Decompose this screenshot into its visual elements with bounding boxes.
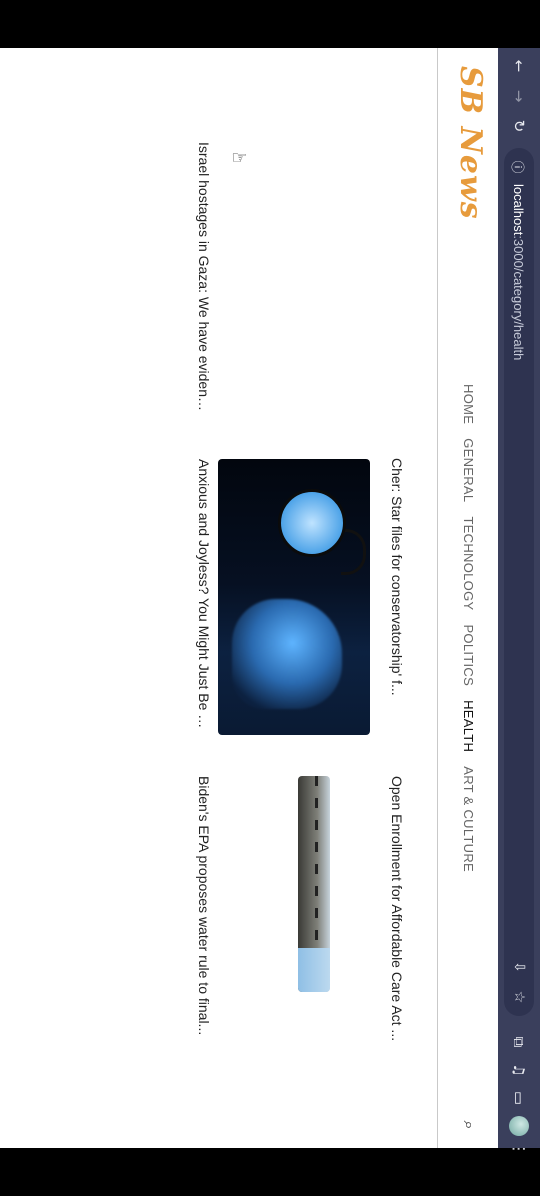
clock-bell-shape [341, 529, 366, 575]
search-icon[interactable]: ⌕ [458, 1114, 480, 1136]
article-card[interactable]: Cher: Star files for conservatorship' f.… [389, 458, 405, 738]
article-image[interactable] [218, 459, 370, 735]
side-panel-icon[interactable]: ▭ [507, 1086, 531, 1110]
article-title[interactable]: Open Enrollment for Affordable Care Act … [389, 776, 405, 1046]
site-info-icon[interactable]: ⓘ [510, 158, 528, 176]
hand-cursor-icon: ☞ [231, 147, 248, 169]
sky-shape [298, 948, 330, 992]
url-text[interactable]: localhost:3000/category/health [512, 184, 527, 360]
bookmark-star-icon[interactable]: ☆ [508, 986, 530, 1008]
address-bar[interactable]: ⓘ localhost:3000/category/health ⇩ ☆ [504, 148, 534, 1016]
nav-politics[interactable]: POLITICS [461, 624, 476, 686]
rotated-screen: ← → ↻ ⓘ localhost:3000/category/health ⇩… [0, 0, 540, 1196]
article-title[interactable]: Biden's EPA proposes water rule to final… [196, 776, 212, 1046]
nav-links: HOME GENERAL TECHNOLOGY POLITICS HEALTH … [461, 384, 476, 872]
url-host: localhost [511, 184, 527, 236]
web-page: SB News HOME GENERAL TECHNOLOGY POLITICS… [0, 48, 498, 1148]
clock-shape [278, 489, 346, 557]
profile-avatar[interactable] [509, 1116, 529, 1136]
article-card[interactable]: Open Enrollment for Affordable Care Act … [389, 776, 405, 1056]
menu-icon[interactable]: ⋮ [507, 1142, 531, 1157]
article-title[interactable]: Cher: Star files for conservatorship' f.… [389, 458, 405, 728]
site-logo[interactable]: SB News [453, 66, 488, 220]
person-shape [232, 599, 342, 709]
article-image[interactable] [298, 776, 330, 992]
nav-home[interactable]: HOME [461, 384, 476, 424]
browser-toolbar: ← → ↻ ⓘ localhost:3000/category/health ⇩… [498, 48, 540, 1157]
article-card[interactable]: Biden's EPA proposes water rule to final… [196, 776, 212, 1056]
url-path: :3000/category/health [511, 235, 527, 361]
reload-icon[interactable]: ↻ [507, 114, 531, 138]
article-title[interactable]: Israel hostages in Gaza: We have evidenc… [196, 142, 212, 412]
nav-health[interactable]: HEALTH [461, 700, 476, 752]
nav-technology[interactable]: TECHNOLOGY [461, 516, 476, 610]
install-app-icon[interactable]: ⇩ [508, 956, 530, 978]
back-icon[interactable]: ← [507, 54, 531, 78]
nav-art-culture[interactable]: ART & CULTURE [461, 766, 476, 872]
site-navbar: SB News HOME GENERAL TECHNOLOGY POLITICS… [437, 48, 498, 1148]
building-stripe [315, 776, 318, 948]
article-card[interactable]: Anxious and Joyless? You Might Just Be S… [196, 459, 212, 739]
article-card[interactable]: Israel hostages in Gaza: We have evidenc… [196, 142, 212, 422]
nav-general[interactable]: GENERAL [461, 438, 476, 502]
media-icon[interactable]: ♫ [507, 1058, 531, 1082]
forward-icon[interactable]: → [507, 84, 531, 108]
article-title[interactable]: Anxious and Joyless? You Might Just Be S… [196, 459, 212, 729]
extensions-icon[interactable]: ⧉ [507, 1030, 531, 1054]
